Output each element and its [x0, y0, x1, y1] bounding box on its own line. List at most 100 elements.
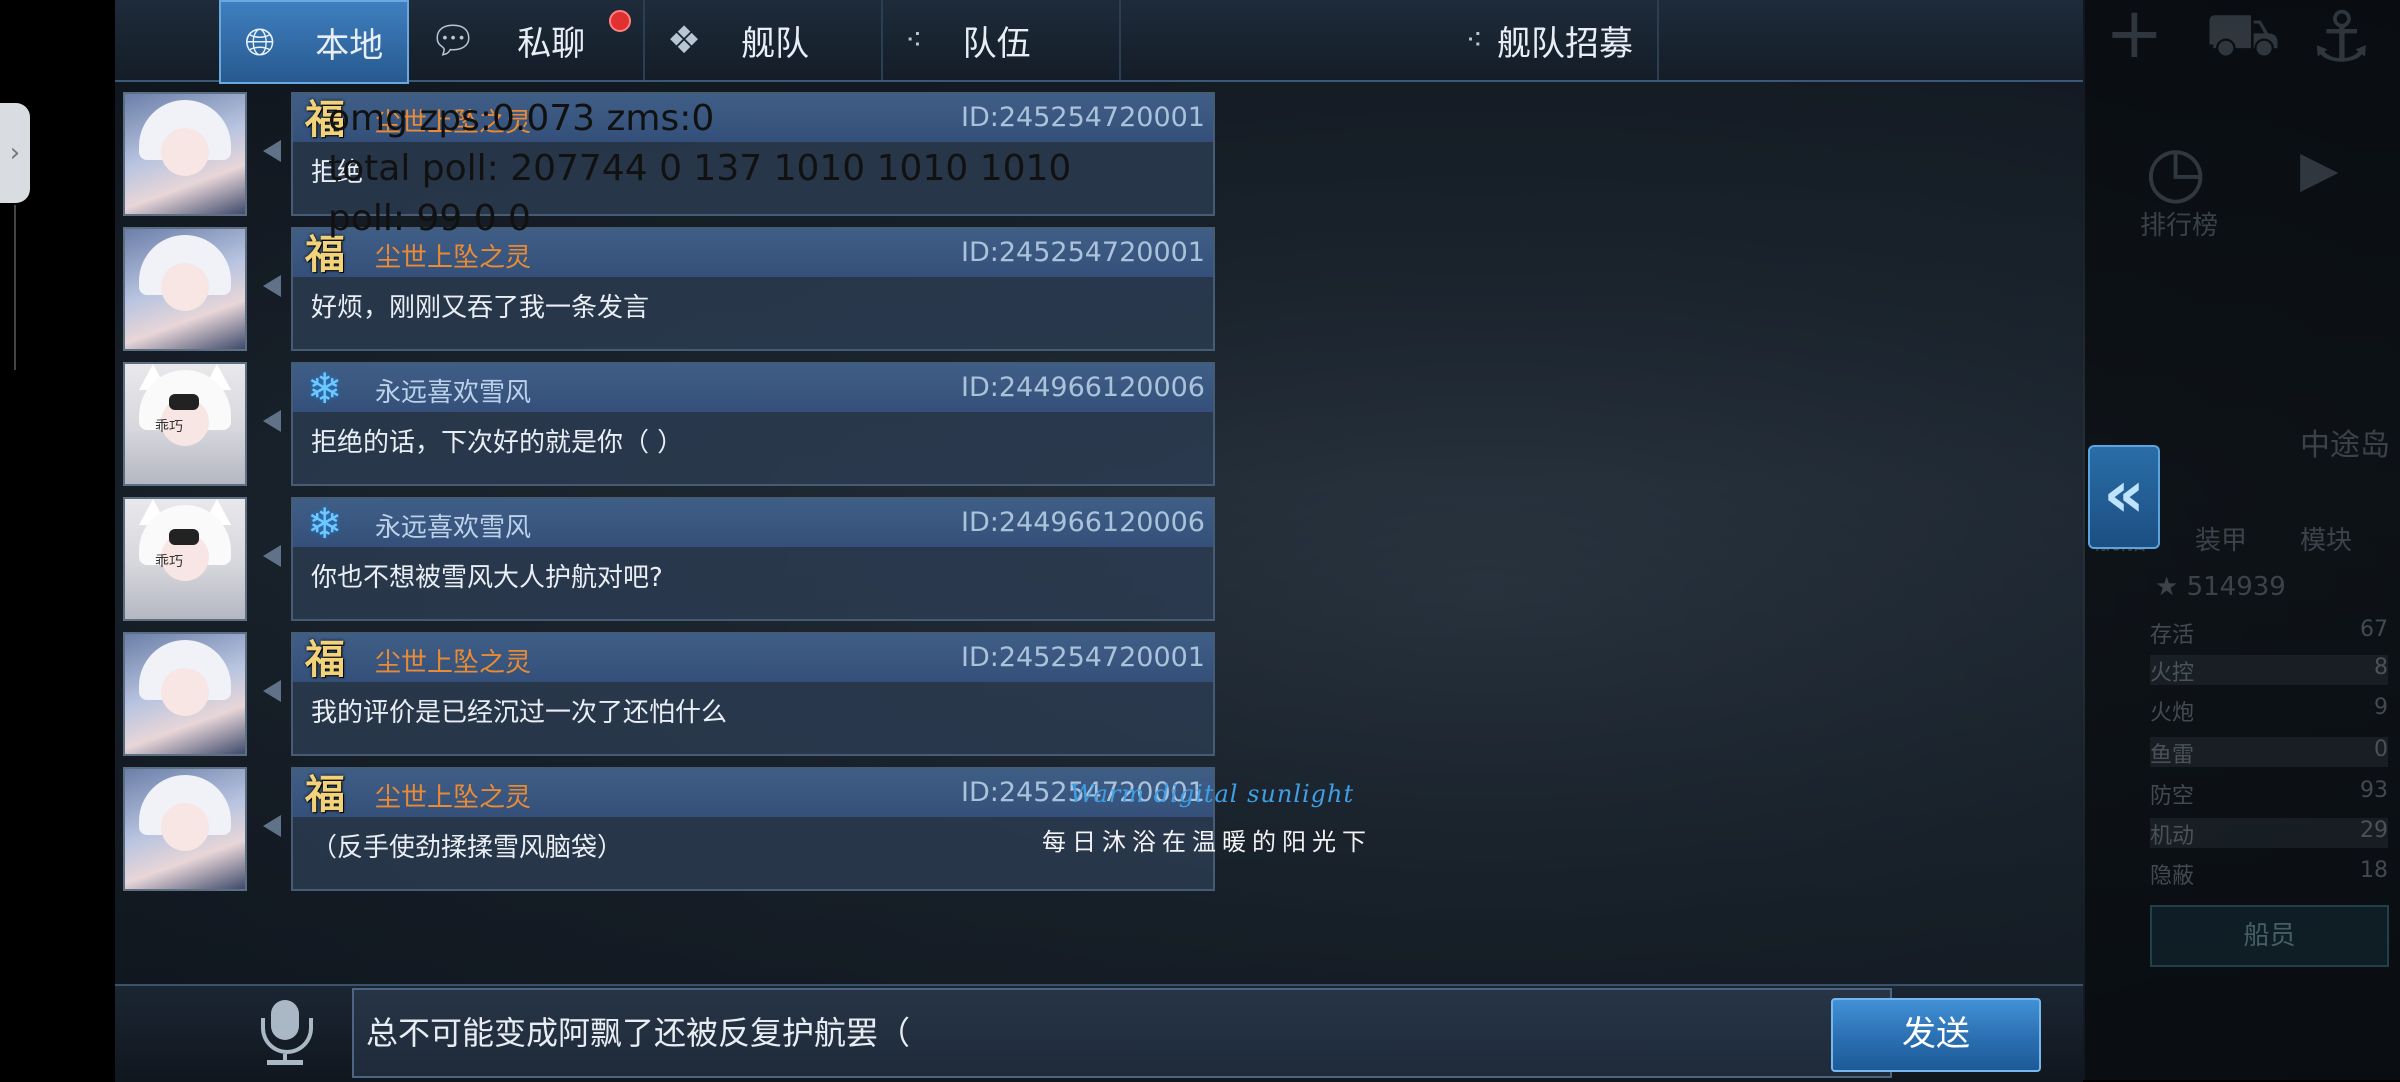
stat-label: 鱼雷 [2150, 743, 2195, 768]
chevron-right-icon[interactable]: › [0, 103, 30, 203]
stat-label: 火控 [2150, 661, 2195, 686]
stat-row: 机动 29 [2150, 818, 2388, 849]
snowflake-icon: ❄ [307, 499, 343, 548]
tab-label: 舰队 [741, 23, 810, 64]
avatar[interactable] [123, 227, 247, 351]
edge-divider [14, 205, 16, 370]
stat-label: 防空 [2150, 784, 2195, 809]
side-tab-module: 模块 [2300, 526, 2353, 556]
chat-bubble-icon: 💬︎ [429, 17, 478, 62]
avatar[interactable] [123, 632, 247, 756]
tab-label: 队伍 [962, 23, 1031, 64]
tab-local[interactable]: 🌐︎ 本地 [219, 0, 409, 84]
fleet-emblem-icon: ❖ [667, 18, 702, 62]
message-bubble: ❄ 永远喜欢雪风 ID:244966120006 拒绝的话，下次好的就是你（ ） [291, 362, 1215, 486]
avatar[interactable]: 乖巧 [123, 497, 247, 621]
stat-label: 机动 [2150, 824, 2195, 849]
debug-line: omg zps:0.073 zms:0 [328, 98, 715, 139]
avatar-tag: 乖巧 [155, 419, 183, 435]
double-chevron-left-icon[interactable]: « [2088, 445, 2160, 549]
chat-tab-bar: 🌐︎ 本地 💬︎ 私聊 ❖ 舰队 ⁖ 队伍 ⁖ 舰队招募 [115, 0, 2083, 84]
fortune-badge-icon: 福 [305, 636, 345, 683]
tab-team[interactable]: ⁖ 队伍 [883, 0, 1121, 80]
bubble-pointer [263, 410, 281, 432]
message-header: ❄ 永远喜欢雪风 ID:244966120006 [293, 499, 1213, 547]
sender-id: ID:245254720001 [961, 642, 1205, 673]
recruit-dots-icon: ⁖ [1465, 22, 1483, 58]
avatar[interactable] [123, 92, 247, 216]
ranking-icon: ◷ [2145, 130, 2207, 212]
snowflake-icon: ❄ [307, 364, 343, 413]
chat-message: 乖巧 ❄ 永远喜欢雪风 ID:244966120006 拒绝的话，下次好的就是你… [123, 362, 1223, 488]
sender-id: ID:245254720001 [961, 102, 1205, 133]
message-bubble: 福 尘世上坠之灵 ID:245254720001 我的评价是已经沉过一次了还怕什… [291, 632, 1215, 756]
next-arrow-icon: ▶ [2300, 140, 2339, 198]
microphone-icon[interactable] [255, 1000, 315, 1070]
sender-name[interactable]: 尘世上坠之灵 [375, 642, 531, 679]
anchor-icon: ⚓ [2310, 0, 2373, 78]
bubble-pointer [263, 545, 281, 567]
message-text: 好烦，刚刚又吞了我一条发言 [311, 293, 650, 323]
stat-row: 存活 67 [2150, 617, 2388, 648]
bubble-pointer [263, 275, 281, 297]
stat-value: 93 [2360, 778, 2388, 803]
sender-name[interactable]: 永远喜欢雪风 [375, 507, 531, 544]
message-input[interactable]: 总不可能变成阿飘了还被反复护航罢（ [352, 988, 1892, 1078]
sender-name[interactable]: 尘世上坠之灵 [375, 777, 531, 814]
stat-value: 0 [2374, 737, 2388, 762]
sender-name[interactable]: 永远喜欢雪风 [375, 372, 531, 409]
bubble-pointer [263, 140, 281, 162]
debug-line: poll: 99 0 0 [328, 198, 531, 239]
stat-label: 火炮 [2150, 701, 2195, 726]
sender-id: ID:244966120006 [961, 372, 1205, 403]
message-text: （反手使劲揉揉雪风脑袋） [311, 833, 624, 863]
stat-value: 18 [2360, 858, 2388, 883]
stat-row: 鱼雷 0 [2150, 737, 2388, 768]
unread-badge [609, 10, 631, 32]
message-text: 拒绝的话，下次好的就是你（ ） [311, 428, 684, 458]
tab-label: 本地 [315, 25, 384, 66]
send-button[interactable]: 发送 [1831, 998, 2041, 1072]
side-tab-armor: 装甲 [2195, 526, 2248, 556]
globe-icon: 🌐︎ [244, 19, 276, 64]
tab-private-chat[interactable]: 💬︎ 私聊 [407, 0, 645, 80]
avatar[interactable] [123, 767, 247, 891]
rating-value: ★ 514939 [2155, 572, 2286, 602]
stat-value: 29 [2360, 818, 2388, 843]
team-dots-icon: ⁖ [905, 22, 923, 58]
stat-value: 67 [2360, 617, 2388, 642]
location-label: 中途岛 [2300, 428, 2390, 463]
stat-label: 存活 [2150, 623, 2195, 648]
message-header: 福 尘世上坠之灵 ID:245254720001 [293, 634, 1213, 683]
message-header: ❄ 永远喜欢雪风 ID:244966120006 [293, 364, 1213, 412]
stat-row: 防空 93 [2150, 778, 2388, 809]
chat-input-bar: 总不可能变成阿飘了还被反复护航罢（ 发送 [115, 984, 2083, 1082]
watermark-chinese: 每日沐浴在温暖的阳光下 [1042, 828, 1372, 856]
ranking-label: 排行榜 [2140, 211, 2219, 241]
sender-name[interactable]: 尘世上坠之灵 [375, 237, 531, 274]
crew-button[interactable]: 船员 [2150, 905, 2389, 967]
avatar-tag: 乖巧 [155, 554, 183, 570]
stat-row: 隐蔽 18 [2150, 858, 2388, 889]
plus-icon: + [2105, 0, 2164, 74]
tab-fleet[interactable]: ❖ 舰队 [645, 0, 883, 80]
message-bubble: 福 尘世上坠之灵 ID:245254720001 好烦，刚刚又吞了我一条发言 [291, 227, 1215, 351]
fortune-badge-icon: 福 [305, 771, 345, 818]
sender-id: ID:245254720001 [961, 237, 1205, 268]
avatar[interactable]: 乖巧 [123, 362, 247, 486]
chat-message: 乖巧 ❄ 永远喜欢雪风 ID:244966120006 你也不想被雪风大人护航对… [123, 497, 1223, 623]
cart-icon: ⛟ [2205, 0, 2281, 70]
sender-id: ID:244966120006 [961, 507, 1205, 538]
stat-label: 隐蔽 [2150, 864, 2195, 889]
stat-row: 火炮 9 [2150, 695, 2388, 726]
stat-row: 火控 8 [2150, 655, 2388, 686]
chat-message: 福 尘世上坠之灵 ID:245254720001 好烦，刚刚又吞了我一条发言 [123, 227, 1223, 353]
message-text: 我的评价是已经沉过一次了还怕什么 [311, 698, 728, 728]
tab-fleet-recruit[interactable]: ⁖ 舰队招募 [1121, 0, 1659, 80]
message-text: 你也不想被雪风大人护航对吧? [311, 563, 663, 593]
watermark-english: Warm digital sunlight [1070, 780, 1355, 808]
tab-label: 私聊 [517, 23, 586, 64]
stat-value: 9 [2374, 695, 2388, 720]
rating-number: 514939 [2186, 572, 2286, 602]
tab-label: 舰队招募 [1497, 23, 1633, 64]
